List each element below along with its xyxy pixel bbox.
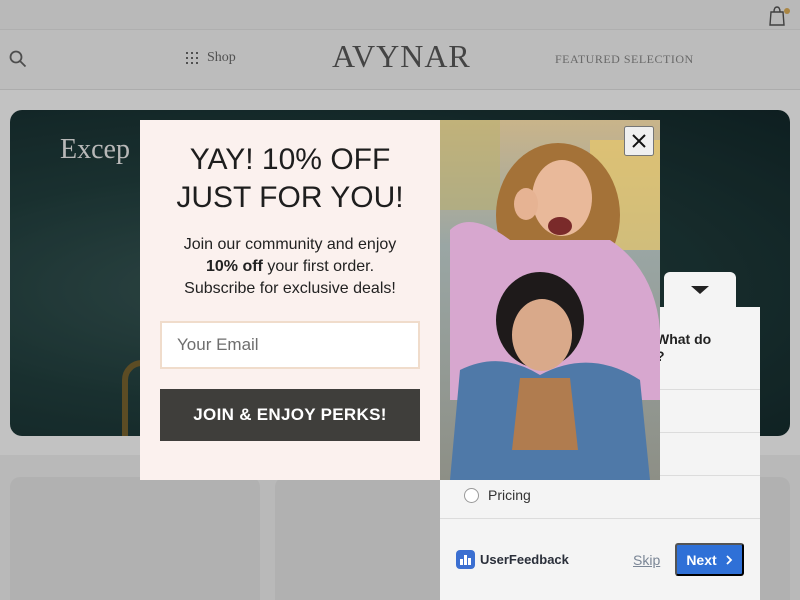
brand-name: UserFeedback (480, 552, 569, 567)
headline-line-2: JUST FOR YOU! (176, 181, 404, 214)
chevron-down-icon (691, 286, 709, 294)
option-divider (440, 518, 760, 519)
headline-line-1: YAY! 10% OFF (189, 143, 391, 176)
next-button[interactable]: Next (675, 543, 744, 576)
skip-link[interactable]: Skip (633, 552, 660, 568)
close-icon (632, 134, 646, 148)
option-label: Pricing (488, 487, 531, 503)
radio-button[interactable] (464, 487, 479, 503)
popup-body-text: Join our community and enjoy 10% off you… (140, 234, 440, 300)
discount-highlight: 10% off (205, 258, 263, 275)
chart-bubble-icon (456, 550, 475, 569)
popup-headline: YAY! 10% OFF JUST FOR YOU! (140, 141, 440, 217)
survey-question: What do (656, 331, 712, 347)
join-perks-button[interactable]: JOIN & ENJOY PERKS! (160, 389, 420, 441)
email-input[interactable] (160, 321, 420, 369)
body-line-2: 10% off your first order. (140, 256, 440, 278)
popup-content: YAY! 10% OFF JUST FOR YOU! Join our comm… (140, 120, 440, 480)
survey-option-pricing[interactable]: Pricing (464, 487, 531, 503)
couple-photo (440, 120, 660, 480)
discount-popup: YAY! 10% OFF JUST FOR YOU! Join our comm… (140, 120, 660, 480)
close-popup-button[interactable] (624, 126, 654, 156)
body-line-1: Join our community and enjoy (183, 236, 397, 253)
feedback-collapse-tab[interactable] (664, 272, 736, 310)
chevron-right-icon (726, 554, 732, 565)
next-label: Next (686, 551, 717, 568)
body-line-2-rest: your first order. (262, 258, 375, 275)
body-line-3: Subscribe for exclusive deals! (184, 280, 396, 297)
userfeedback-brand: UserFeedback (456, 550, 569, 569)
